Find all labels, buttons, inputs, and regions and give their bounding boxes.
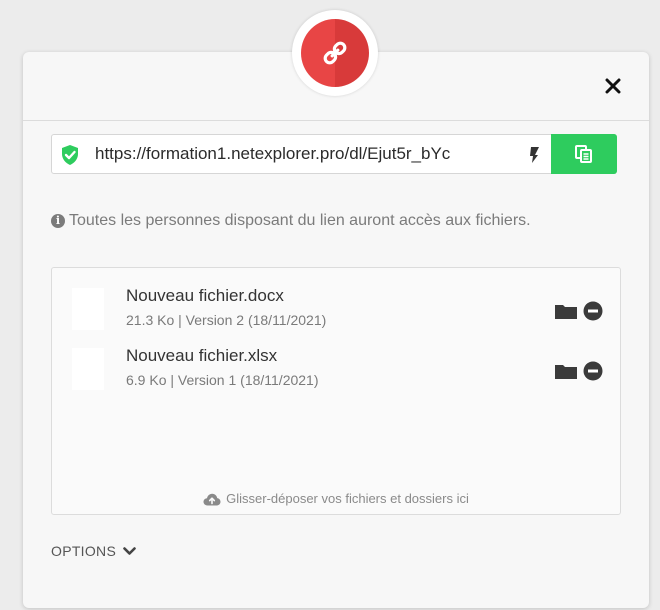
- file-actions: [554, 300, 606, 322]
- remove-icon[interactable]: [583, 361, 603, 381]
- file-name: Nouveau fichier.docx: [126, 286, 284, 305]
- file-meta: 6.9 Ko | Version 1 (18/11/2021): [126, 372, 319, 388]
- share-link-dialog: i Toutes les personnes disposant du lien …: [23, 52, 649, 608]
- file-name: Nouveau fichier.xlsx: [126, 346, 278, 365]
- file-actions: [554, 360, 606, 382]
- close-icon: [605, 78, 621, 94]
- drop-zone[interactable]: Glisser-déposer vos fichiers et dossiers…: [52, 484, 620, 514]
- options-toggle[interactable]: OPTIONS: [51, 543, 137, 559]
- share-link-url-input[interactable]: [95, 135, 519, 173]
- copy-icon: [575, 145, 592, 163]
- file-item[interactable]: Nouveau fichier.docx 21.3 Ko | Version 2…: [52, 286, 620, 342]
- options-label: OPTIONS: [51, 543, 117, 559]
- file-thumbnail: [72, 288, 104, 330]
- access-info-label: Toutes les personnes disposant du lien a…: [69, 212, 531, 229]
- refresh-icon[interactable]: [523, 143, 545, 165]
- info-icon: i: [51, 214, 65, 228]
- remove-icon[interactable]: [583, 301, 603, 321]
- copy-link-button[interactable]: [551, 134, 617, 174]
- access-info-text: i Toutes les personnes disposant du lien …: [51, 210, 571, 232]
- cloud-upload-icon: [203, 493, 221, 506]
- chevron-down-icon: [123, 547, 137, 555]
- link-icon: [323, 41, 347, 65]
- folder-icon[interactable]: [554, 302, 578, 320]
- shared-files-list: Nouveau fichier.docx 21.3 Ko | Version 2…: [51, 267, 621, 515]
- shield-check-icon: [62, 145, 78, 165]
- close-button[interactable]: [601, 74, 625, 98]
- share-link-field: [51, 134, 617, 174]
- link-badge: [292, 10, 378, 96]
- file-item[interactable]: Nouveau fichier.xlsx 6.9 Ko | Version 1 …: [52, 346, 620, 402]
- link-badge-circle: [301, 19, 369, 87]
- folder-icon[interactable]: [554, 362, 578, 380]
- file-meta: 21.3 Ko | Version 2 (18/11/2021): [126, 312, 327, 328]
- file-thumbnail: [72, 348, 104, 390]
- drop-zone-text: Glisser-déposer vos fichiers et dossiers…: [226, 491, 469, 506]
